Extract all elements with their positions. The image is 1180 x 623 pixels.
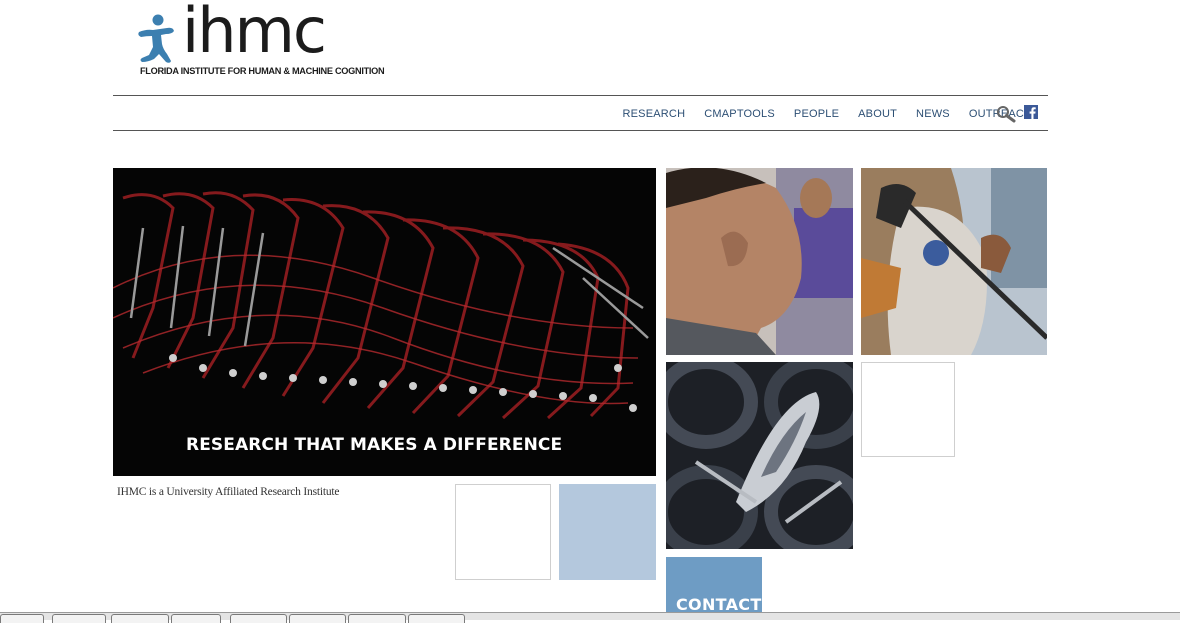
quadcopter-image (666, 362, 853, 549)
logo-subtitle: FLORIDA INSTITUTE FOR HUMAN & MACHINE CO… (140, 66, 385, 76)
header-rule-top (113, 95, 1048, 96)
tile-blank-1[interactable] (861, 362, 955, 457)
nav-news[interactable]: NEWS (916, 108, 950, 120)
nav-about[interactable]: ABOUT (858, 108, 897, 120)
researcher-profile-image (666, 168, 853, 355)
nav-people[interactable]: PEOPLE (794, 108, 839, 120)
hero-caption: RESEARCH THAT MAKES A DIFFERENCE (186, 435, 563, 455)
facebook-icon[interactable] (1024, 105, 1038, 119)
hero-banner[interactable]: RESEARCH THAT MAKES A DIFFERENCE (113, 168, 656, 476)
facebook-f-glyph (1029, 107, 1036, 119)
spacesuit-image (861, 168, 1047, 355)
tile-blue[interactable] (559, 484, 656, 580)
tagline-text: IHMC is a University Affiliated Research… (117, 486, 340, 498)
search-icon[interactable] (996, 105, 1016, 123)
site-logo[interactable]: ihmc FLORIDA INSTITUTE FOR HUMAN & MACHI… (136, 0, 396, 82)
logo-wordmark: ihmc (182, 0, 327, 67)
tile-researcher-photo[interactable] (666, 168, 853, 355)
tile-astronaut-suit[interactable] (861, 168, 1047, 355)
nav-research[interactable]: RESEARCH (623, 108, 686, 120)
nav-cmaptools[interactable]: CMAPTOOLS (704, 108, 775, 120)
tile-blank-2[interactable] (455, 484, 551, 580)
header-rule-bottom (113, 130, 1048, 131)
main-nav: RESEARCH CMAPTOOLS PEOPLE ABOUT NEWS OUT… (613, 104, 1042, 124)
running-figure-icon (138, 14, 174, 63)
contact-tile[interactable]: CONTACT (666, 557, 762, 619)
tile-drone-photo[interactable] (666, 362, 853, 549)
robotic-arms-image (113, 168, 656, 476)
